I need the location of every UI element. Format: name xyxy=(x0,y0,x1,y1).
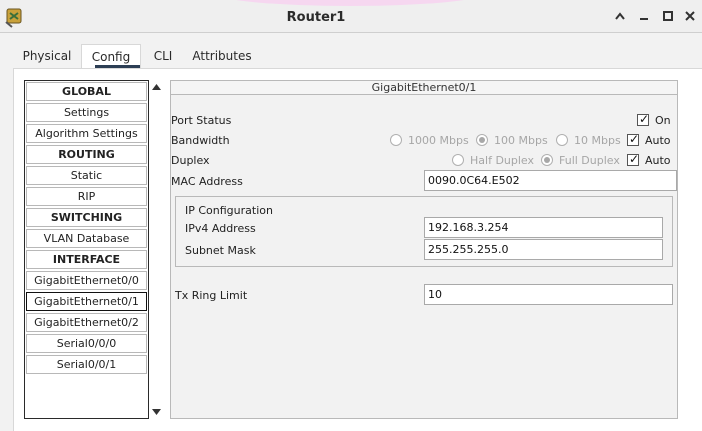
tab-physical[interactable]: Physical xyxy=(13,44,81,68)
tab-config[interactable]: Config xyxy=(81,44,141,68)
bandwidth-10-label: 10 Mbps xyxy=(574,134,621,147)
nav-item-serial0-0-1[interactable]: Serial0/0/1 xyxy=(26,355,147,374)
bandwidth-100-label: 100 Mbps xyxy=(494,134,548,147)
tab-label: CLI xyxy=(153,49,173,63)
nav-item-gigabitethernet0-1[interactable]: GigabitEthernet0/1 xyxy=(26,292,147,311)
duplex-full-radio[interactable] xyxy=(541,154,553,166)
panel-title: GigabitEthernet0/1 xyxy=(171,81,677,95)
nav-section-interface: INTERFACE xyxy=(26,250,147,269)
nav-item-gigabitethernet0-2[interactable]: GigabitEthernet0/2 xyxy=(26,313,147,332)
nav-scrollbar[interactable] xyxy=(150,80,162,419)
ipv4-address-label: IPv4 Address xyxy=(185,222,256,235)
nav-section-switching: SWITCHING xyxy=(26,208,147,227)
tab-label: Attributes xyxy=(192,49,252,63)
scroll-down-arrow-icon[interactable] xyxy=(150,407,162,417)
tab-attributes[interactable]: Attributes xyxy=(185,44,259,68)
port-status-checkbox[interactable]: ✓ xyxy=(637,112,650,126)
tab-label: Config xyxy=(91,50,131,64)
chevron-up-icon[interactable] xyxy=(612,8,628,24)
bandwidth-1000-label: 1000 Mbps xyxy=(408,134,469,147)
tab-label: Physical xyxy=(22,49,72,63)
bandwidth-100-radio[interactable] xyxy=(476,134,488,146)
bandwidth-label: Bandwidth xyxy=(171,134,230,147)
scroll-up-arrow-icon[interactable] xyxy=(150,82,162,92)
config-nav-list: GLOBAL Settings Algorithm Settings ROUTI… xyxy=(24,80,149,419)
tx-ring-limit-field[interactable]: 10 xyxy=(424,284,673,305)
subnet-mask-label: Subnet Mask xyxy=(185,244,256,257)
nav-section-global: GLOBAL xyxy=(26,82,147,101)
subnet-mask-field[interactable]: 255.255.255.0 xyxy=(424,239,663,260)
nav-item-algorithm-settings[interactable]: Algorithm Settings xyxy=(26,124,147,143)
nav-item-gigabitethernet0-0[interactable]: GigabitEthernet0/0 xyxy=(26,271,147,290)
checkmark-icon: ✓ xyxy=(629,152,640,166)
maximize-icon[interactable] xyxy=(660,8,676,24)
close-icon[interactable] xyxy=(682,8,698,24)
nav-item-serial0-0-0[interactable]: Serial0/0/0 xyxy=(26,334,147,353)
duplex-half-label: Half Duplex xyxy=(470,154,535,167)
checkmark-icon: ✓ xyxy=(639,112,650,126)
minimize-icon[interactable] xyxy=(636,8,652,24)
port-status-on-label: On xyxy=(655,114,671,127)
nav-section-routing: ROUTING xyxy=(26,145,147,164)
duplex-full-label: Full Duplex xyxy=(559,154,620,167)
duplex-half-radio[interactable] xyxy=(452,154,464,166)
tx-ring-limit-label: Tx Ring Limit xyxy=(175,289,248,302)
duplex-auto-checkbox[interactable]: ✓ xyxy=(627,152,640,166)
bandwidth-10-radio[interactable] xyxy=(556,134,568,146)
mac-address-label: MAC Address xyxy=(171,175,243,188)
duplex-label: Duplex xyxy=(171,154,210,167)
ip-configuration-title: IP Configuration xyxy=(185,204,273,217)
mac-address-field[interactable]: 0090.0C64.E502 xyxy=(424,170,677,191)
nav-item-static[interactable]: Static xyxy=(26,166,147,185)
duplex-auto-label: Auto xyxy=(645,154,671,167)
bandwidth-1000-radio[interactable] xyxy=(390,134,402,146)
tab-cli[interactable]: CLI xyxy=(143,44,183,68)
bandwidth-auto-checkbox[interactable]: ✓ xyxy=(627,132,640,146)
nav-item-settings[interactable]: Settings xyxy=(26,103,147,122)
nav-item-rip[interactable]: RIP xyxy=(26,187,147,206)
nav-item-vlan-database[interactable]: VLAN Database xyxy=(26,229,147,248)
bandwidth-auto-label: Auto xyxy=(645,134,671,147)
port-status-label: Port Status xyxy=(171,114,232,127)
title-bar: Router1 xyxy=(0,0,702,33)
title-highlight xyxy=(215,0,485,6)
ipv4-address-field[interactable]: 192.168.3.254 xyxy=(424,217,663,238)
window-title: Router1 xyxy=(286,10,346,25)
checkmark-icon: ✓ xyxy=(629,132,640,146)
